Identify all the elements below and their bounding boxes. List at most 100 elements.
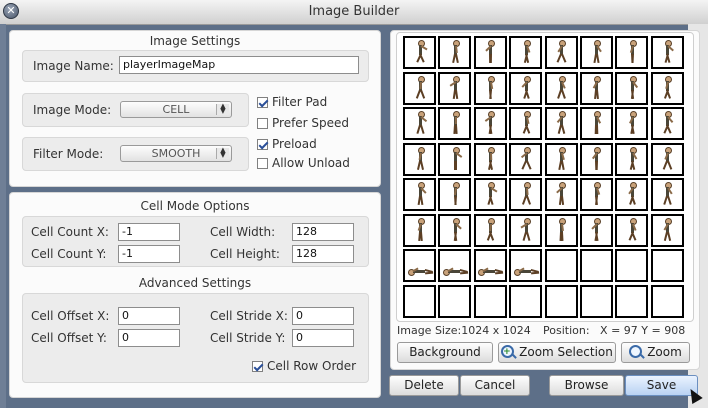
- sprite-cell-grid[interactable]: [403, 36, 685, 318]
- sprite-cell[interactable]: [403, 213, 436, 247]
- cell-offset-x-input[interactable]: 0: [118, 307, 180, 325]
- sprite-cell[interactable]: [579, 213, 613, 247]
- sprite-cell[interactable]: [438, 71, 472, 105]
- zoom-button[interactable]: Zoom: [621, 342, 690, 363]
- sprite-cell[interactable]: [473, 178, 507, 211]
- sprite-cell[interactable]: [438, 213, 472, 247]
- delete-button[interactable]: Delete: [389, 375, 459, 396]
- sprite-cell[interactable]: [615, 142, 649, 176]
- sprite-cell[interactable]: [473, 36, 507, 69]
- image-settings-title: Image Settings: [149, 34, 241, 48]
- sprite-cell[interactable]: [403, 107, 436, 140]
- image-size-label: Image Size:: [397, 324, 462, 337]
- filter-mode-select[interactable]: SMOOTH ▲ ▼: [120, 145, 232, 162]
- sprite-cell[interactable]: [615, 71, 649, 105]
- sprite-cell[interactable]: [438, 107, 472, 140]
- sprite-cell[interactable]: [544, 142, 578, 176]
- sprite-cell[interactable]: [579, 249, 613, 282]
- sprite-cell[interactable]: [544, 249, 578, 282]
- sprite-cell[interactable]: [544, 71, 578, 105]
- background-area-left: [0, 24, 6, 408]
- sprite-cell[interactable]: [438, 36, 472, 69]
- sprite-cell[interactable]: [579, 71, 613, 105]
- sprite-cell[interactable]: [650, 178, 684, 211]
- cell-width-input[interactable]: 128: [292, 223, 354, 241]
- sprite-cell[interactable]: [403, 142, 436, 176]
- sprite-cell[interactable]: [650, 71, 684, 105]
- sprite-cell[interactable]: [473, 213, 507, 247]
- position-label: Position:: [543, 324, 590, 337]
- cell-row-order-checkbox[interactable]: Cell Row Order: [252, 359, 356, 375]
- sprite-cell[interactable]: [438, 249, 472, 282]
- sprite-cell[interactable]: [403, 36, 436, 69]
- browse-button[interactable]: Browse: [549, 375, 624, 396]
- sprite-cell[interactable]: [509, 178, 543, 211]
- image-mode-select[interactable]: CELL ▲ ▼: [120, 101, 232, 118]
- image-settings-panel: Image Settings Image Name: playerImageMa…: [9, 30, 381, 187]
- allow-unload-checkbox[interactable]: Allow Unload: [257, 156, 350, 172]
- sprite-cell[interactable]: [509, 107, 543, 140]
- sprite-cell[interactable]: [615, 284, 649, 318]
- sprite-cell[interactable]: [650, 142, 684, 176]
- sprite-cell[interactable]: [473, 107, 507, 140]
- background-button[interactable]: Background: [397, 342, 493, 363]
- filter-mode-group: Filter Mode: SMOOTH ▲ ▼: [22, 137, 249, 171]
- sprite-cell[interactable]: [473, 71, 507, 105]
- image-name-group: Image Name: playerImageMap: [22, 50, 369, 82]
- sprite-cell[interactable]: [438, 142, 472, 176]
- sprite-cell[interactable]: [544, 36, 578, 69]
- preload-checkbox[interactable]: Preload: [257, 137, 317, 153]
- sprite-cell[interactable]: [509, 36, 543, 69]
- sprite-cell[interactable]: [473, 142, 507, 176]
- sprite-cell[interactable]: [579, 36, 613, 69]
- sprite-cell[interactable]: [650, 213, 684, 247]
- sprite-cell[interactable]: [615, 213, 649, 247]
- cell-count-x-label: Cell Count X:: [31, 225, 109, 239]
- sprite-cell[interactable]: [509, 213, 543, 247]
- cancel-button[interactable]: Cancel: [460, 375, 530, 396]
- sprite-cell[interactable]: [509, 71, 543, 105]
- sprite-cell[interactable]: [403, 284, 436, 318]
- title-bar: ✕ Image Builder: [0, 0, 708, 25]
- sprite-cell[interactable]: [650, 107, 684, 140]
- sprite-cell[interactable]: [403, 178, 436, 211]
- sprite-cell[interactable]: [615, 36, 649, 69]
- filter-pad-label: Filter Pad: [272, 95, 328, 109]
- checkbox-box: [252, 361, 263, 372]
- sprite-cell[interactable]: [615, 178, 649, 211]
- sprite-cell[interactable]: [650, 284, 684, 318]
- zoom-selection-button[interactable]: + Zoom Selection: [498, 342, 616, 363]
- sprite-cell[interactable]: [579, 107, 613, 140]
- sprite-cell[interactable]: [473, 249, 507, 282]
- sprite-cell[interactable]: [438, 178, 472, 211]
- cell-stride-y-input[interactable]: 0: [292, 329, 354, 347]
- sprite-cell[interactable]: [579, 178, 613, 211]
- image-name-input[interactable]: playerImageMap: [119, 56, 359, 74]
- sprite-cell[interactable]: [615, 107, 649, 140]
- cell-height-input[interactable]: 128: [292, 245, 354, 263]
- sprite-cell[interactable]: [403, 249, 436, 282]
- cell-stride-x-input[interactable]: 0: [292, 307, 354, 325]
- image-name-label: Image Name:: [33, 59, 114, 73]
- sprite-cell[interactable]: [438, 284, 472, 318]
- sprite-cell[interactable]: [403, 71, 436, 105]
- cell-count-x-input[interactable]: -1: [118, 223, 180, 241]
- cell-offset-y-input[interactable]: 0: [118, 329, 180, 347]
- filter-pad-checkbox[interactable]: Filter Pad: [257, 95, 327, 111]
- sprite-cell[interactable]: [650, 249, 684, 282]
- prefer-speed-checkbox[interactable]: Prefer Speed: [257, 116, 349, 132]
- sprite-cell[interactable]: [544, 213, 578, 247]
- sprite-cell[interactable]: [579, 142, 613, 176]
- sprite-cell[interactable]: [579, 284, 613, 318]
- sprite-cell[interactable]: [509, 142, 543, 176]
- cell-count-y-input[interactable]: -1: [118, 245, 180, 263]
- sprite-cell[interactable]: [544, 107, 578, 140]
- sprite-cell[interactable]: [615, 249, 649, 282]
- sprite-cell[interactable]: [509, 284, 543, 318]
- sprite-cell[interactable]: [650, 36, 684, 69]
- cell-width-label: Cell Width:: [210, 225, 276, 239]
- sprite-cell[interactable]: [509, 249, 543, 282]
- sprite-cell[interactable]: [544, 284, 578, 318]
- sprite-cell[interactable]: [544, 178, 578, 211]
- sprite-cell[interactable]: [473, 284, 507, 318]
